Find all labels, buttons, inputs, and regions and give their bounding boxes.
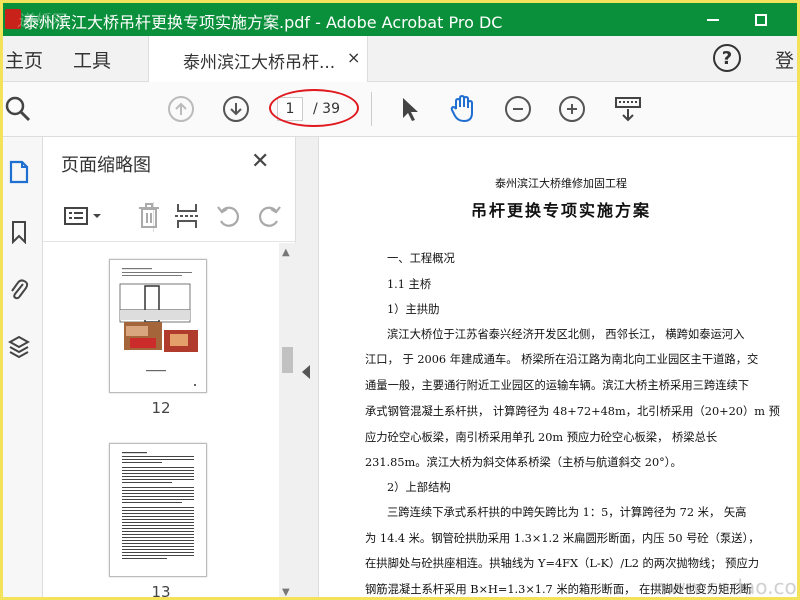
document-title: 吊杆更换专项实施方案 xyxy=(470,201,651,220)
rotate-left-icon[interactable] xyxy=(215,202,243,230)
page-thumbnails-icon[interactable] xyxy=(7,159,31,185)
tab-tools[interactable]: 工具 xyxy=(73,46,111,73)
minus-icon xyxy=(505,96,531,122)
panel-collapse-strip[interactable] xyxy=(296,137,319,597)
plus-icon xyxy=(559,96,585,122)
toolbar: 1 / 39 xyxy=(3,82,797,137)
toolbar-divider xyxy=(371,92,372,126)
thumbnail-page-number: 13 xyxy=(151,583,171,600)
navigation-rail xyxy=(3,137,43,597)
tab-document[interactable]: 泰州滨江大桥吊杆... × xyxy=(148,36,368,82)
scroll-down-icon[interactable]: ▼ xyxy=(282,587,290,597)
hand-tool-icon[interactable] xyxy=(448,94,478,124)
maximize-icon xyxy=(755,13,767,26)
page-thumbnail[interactable] xyxy=(109,259,207,393)
subsection-heading: 1）主拱肋 xyxy=(387,303,440,316)
section-heading: 一、工程概况 xyxy=(387,252,455,265)
subsection-heading: 1.1 主桥 xyxy=(387,278,432,291)
thumbnail-options-icon[interactable] xyxy=(61,202,105,230)
insert-page-icon[interactable] xyxy=(173,202,201,230)
subsection-heading: 2）上部结构 xyxy=(387,481,451,494)
collapse-arrow-icon[interactable] xyxy=(302,365,310,379)
arrow-down-icon xyxy=(223,96,249,122)
previous-page-button[interactable] xyxy=(166,94,196,124)
close-panel-icon[interactable]: ✕ xyxy=(251,149,269,174)
thumbnail-scrollbar[interactable]: ▲ ▼ xyxy=(279,243,296,597)
page-thumbnail[interactable] xyxy=(109,443,207,577)
highlight-annotation xyxy=(269,89,359,127)
close-tab-icon[interactable]: × xyxy=(347,48,360,67)
select-tool-icon[interactable] xyxy=(395,94,425,124)
paragraph-line: 滨江大桥位于江苏省泰兴经济开发区北侧， 西邻长江， 横跨如泰运河入 xyxy=(387,328,745,341)
keyboard-scroll-icon[interactable] xyxy=(613,94,643,124)
thumbnail-list: 12 13 xyxy=(43,243,279,600)
zoom-out-button[interactable] xyxy=(503,94,533,124)
panel-title: 页面缩略图 xyxy=(61,155,151,176)
maximize-button[interactable] xyxy=(741,3,781,36)
paragraph-line: 为 14.4 米。钢管砼拱肋采用 1.3×1.2 米扁圆形断面，内压 50 号砼… xyxy=(365,532,760,545)
bookmark-icon[interactable] xyxy=(7,219,31,245)
sign-in-button[interactable]: 登 xyxy=(775,46,794,73)
paragraph-line: 三跨连续下承式系杆拱的中跨矢跨比为 1：5，计算跨径为 72 米， 矢高 xyxy=(387,506,747,519)
paragraph-line: 应力砼空心板梁，南引桥采用单孔 20m 预应力砼空心板梁， 桥梁总长 xyxy=(365,431,718,444)
panel-toolbar xyxy=(43,192,296,242)
window-title: 泰州滨江大桥吊杆更换专项实施方案.pdf - Adobe Acrobat Pro… xyxy=(23,13,503,32)
title-bar: 泰州滨江大桥吊杆更换专项实施方案.pdf - Adobe Acrobat Pro… xyxy=(3,3,797,36)
thumbnail-page-number: 12 xyxy=(151,399,171,417)
rotate-right-icon[interactable] xyxy=(255,202,283,230)
zoom-in-button[interactable] xyxy=(557,94,587,124)
watermark-logo: 道桥网 xyxy=(17,11,66,30)
delete-page-icon[interactable] xyxy=(135,202,163,230)
thumbnails-panel: 页面缩略图 ✕ 12 13 ▲ ▼ xyxy=(43,137,296,600)
app-window: 泰州滨江大桥吊杆更换专项实施方案.pdf - Adobe Acrobat Pro… xyxy=(0,0,800,600)
minimize-icon xyxy=(707,18,719,21)
watermark-url: www.cndao.com xyxy=(653,575,800,599)
paragraph-line: 江口， 于 2006 年建成通车。 桥梁所在沿江路为南北向工业园区主干道路，交 xyxy=(365,353,759,366)
paragraph-line: 通量一般，主要通行附近工业园区的运输车辆。滨江大桥主桥采用三跨连续下 xyxy=(365,379,750,392)
document-subtitle: 泰州滨江大桥维修加固工程 xyxy=(495,177,627,190)
scroll-up-icon[interactable]: ▲ xyxy=(282,247,290,258)
scrollbar-thumb[interactable] xyxy=(282,347,293,373)
help-icon[interactable]: ? xyxy=(713,44,741,72)
document-page: 泰州滨江大桥维修加固工程 吊杆更换专项实施方案 一、工程概况 1.1 主桥 1）… xyxy=(319,137,797,597)
tab-document-label: 泰州滨江大桥吊杆... xyxy=(183,53,336,73)
paragraph-line: 在拱脚处与砼拱座相连。拱轴线为 Y=4FX（L-K）/L2 的两次抛物线； 预应… xyxy=(365,557,760,570)
tab-home[interactable]: 主页 xyxy=(5,46,43,73)
paragraph-line: 承式钢管混凝土系杆拱， 计算跨径为 48+72+48m，北引桥采用（20+20）… xyxy=(365,405,780,418)
paragraph-line: 231.85m。滨江大桥为斜交体系桥梁（主桥与航道斜交 20°）。 xyxy=(365,456,682,469)
attachment-icon[interactable] xyxy=(7,277,31,303)
search-icon[interactable] xyxy=(3,94,33,124)
next-page-button[interactable] xyxy=(221,94,251,124)
tab-bar: 主页 工具 泰州滨江大桥吊杆... × ? 登 xyxy=(3,36,797,82)
layers-icon[interactable] xyxy=(7,335,31,361)
arrow-up-icon xyxy=(168,96,194,122)
minimize-button[interactable] xyxy=(693,3,733,36)
